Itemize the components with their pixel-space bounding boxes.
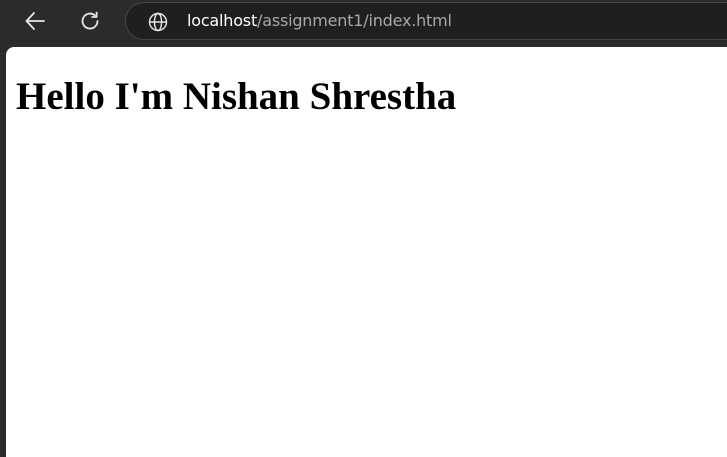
browser-toolbar: localhost/assignment1/index.html	[0, 0, 727, 45]
page-viewport: Hello I'm Nishan Shrestha	[6, 47, 727, 457]
url-path: /assignment1/index.html	[257, 11, 452, 30]
reload-icon	[81, 11, 99, 30]
back-button[interactable]	[19, 5, 51, 37]
reload-button[interactable]	[74, 5, 106, 37]
arrow-left-icon	[25, 12, 45, 30]
globe-icon[interactable]	[148, 12, 168, 32]
browser-window: localhost/assignment1/index.html Hello I…	[0, 0, 727, 457]
url-text[interactable]: localhost/assignment1/index.html	[187, 11, 452, 31]
page-heading: Hello I'm Nishan Shrestha	[16, 75, 457, 118]
url-host: localhost	[187, 11, 258, 30]
address-bar[interactable]: localhost/assignment1/index.html	[125, 2, 727, 40]
